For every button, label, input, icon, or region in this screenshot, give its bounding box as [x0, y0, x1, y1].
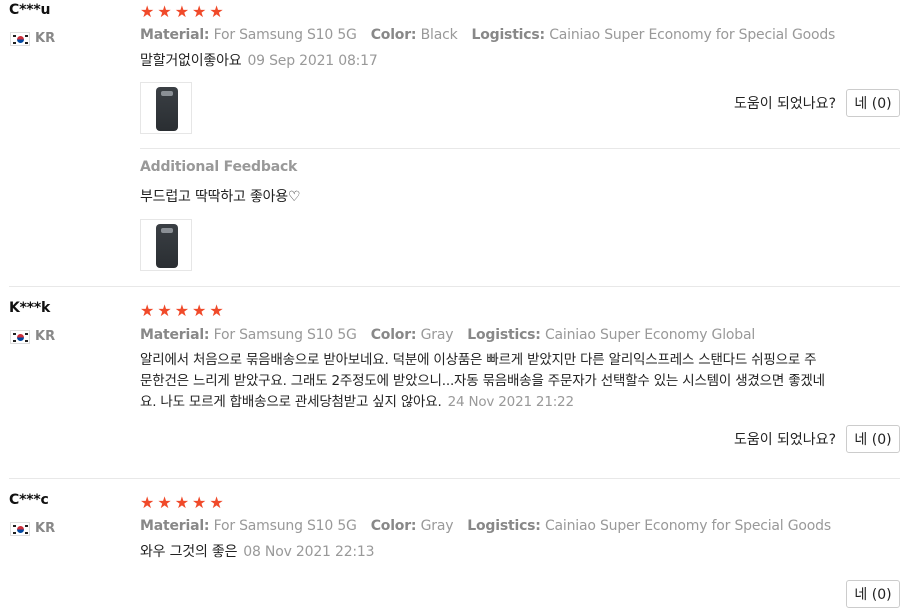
review-body: 와우 그것의 좋은 — [140, 544, 238, 560]
reviewer-country: KR — [10, 31, 55, 46]
star-icon: ★ — [209, 2, 224, 21]
helpful-vote: 도움이 되었나요? 네 (0) — [734, 425, 900, 453]
reviewer-name: K***k — [9, 300, 51, 316]
helpful-vote: 도움이 되었나요? 네 (0) — [734, 89, 900, 117]
star-icon: ★ — [157, 301, 172, 320]
logistics-label: Logistics: — [467, 518, 541, 534]
country-code: KR — [35, 329, 56, 344]
review-body-line-1: 알리에서 처음으로 묶음배송으로 받아보네요. 덕분에 이상품은 빠르게 받았지… — [140, 352, 817, 368]
additional-review-photo[interactable] — [140, 219, 192, 271]
review-sku-info: Material: For Samsung S10 5G Color: Black… — [140, 27, 835, 43]
additional-feedback-text: 부드럽고 딱딱하고 좋아용♡ — [140, 189, 301, 205]
additional-feedback-label: Additional Feedback — [140, 159, 298, 175]
star-icon: ★ — [209, 493, 224, 512]
material-label: Material: — [140, 327, 210, 343]
reviewer-name: C***c — [9, 492, 49, 508]
review-divider — [9, 286, 900, 287]
star-icon: ★ — [174, 2, 190, 21]
review-body-line-2: 문한건은 느리게 받았구요. 그래도 2주정도에 받았으니...자동 묶음배송을… — [140, 373, 825, 389]
star-icon: ★ — [209, 301, 224, 320]
helpful-label: 도움이 되었나요? — [733, 432, 836, 448]
review-text: 말할거없이좋아요 09 Sep 2021 08:17 — [140, 51, 378, 72]
review-text: 알리에서 처음으로 묶음배송으로 받아보네요. 덕분에 이상품은 빠르게 받았지… — [140, 350, 895, 413]
star-icon: ★ — [140, 493, 155, 512]
color-label: Color: — [370, 27, 417, 43]
material-label: Material: — [140, 518, 210, 534]
logistics-value: Cainiao Super Economy for Special Goods — [544, 518, 831, 534]
reviewer-name: C***u — [9, 2, 51, 18]
color-value: Black — [420, 27, 458, 43]
star-rating: ★ ★ ★ ★ ★ — [140, 4, 224, 20]
review-text: 와우 그것의 좋은 08 Nov 2021 22:13 — [140, 542, 375, 563]
material-value: For Samsung S10 5G — [213, 327, 357, 343]
phone-case-thumbnail — [156, 224, 178, 268]
helpful-yes-button[interactable]: 네 (0) — [846, 89, 900, 117]
review-sku-info: Material: For Samsung S10 5G Color: Gray L… — [140, 518, 831, 534]
material-value: For Samsung S10 5G — [213, 27, 357, 43]
material-value: For Samsung S10 5G — [213, 518, 357, 534]
review-photo[interactable] — [140, 82, 192, 134]
korea-flag-icon — [10, 521, 30, 536]
star-icon: ★ — [140, 2, 155, 21]
divider — [140, 148, 900, 149]
star-icon: ★ — [192, 2, 207, 21]
material-label: Material: — [140, 27, 210, 43]
review-date: 09 Sep 2021 08:17 — [247, 53, 378, 69]
star-icon: ★ — [174, 301, 190, 320]
logistics-value: Cainiao Super Economy Global — [544, 327, 756, 343]
korea-flag-icon — [10, 329, 30, 344]
star-icon: ★ — [192, 493, 207, 512]
review-sku-info: Material: For Samsung S10 5G Color: Gray L… — [140, 327, 755, 343]
color-value: Gray — [420, 327, 454, 343]
reviewer-country: KR — [10, 329, 55, 344]
color-label: Color: — [370, 327, 417, 343]
star-icon: ★ — [157, 493, 172, 512]
logistics-value: Cainiao Super Economy for Special Goods — [549, 27, 836, 43]
helpful-vote: 네 (0) — [846, 580, 900, 608]
color-value: Gray — [420, 518, 454, 534]
logistics-label: Logistics: — [467, 327, 541, 343]
country-code: KR — [35, 521, 56, 536]
country-code: KR — [35, 31, 56, 46]
phone-case-thumbnail — [156, 87, 178, 131]
star-icon: ★ — [174, 493, 190, 512]
star-icon: ★ — [140, 301, 155, 320]
helpful-yes-button[interactable]: 네 (0) — [846, 580, 900, 608]
review-body: 말할거없이좋아요 — [140, 53, 242, 69]
reviewer-country: KR — [10, 521, 55, 536]
helpful-yes-button[interactable]: 네 (0) — [846, 425, 900, 453]
helpful-label: 도움이 되었나요? — [733, 96, 836, 112]
review-body-line-3: 요. 나도 모르게 합배송으로 관세당첨받고 싶지 않아요. — [140, 394, 442, 410]
star-rating: ★ ★ ★ ★ ★ — [140, 495, 224, 511]
logistics-label: Logistics: — [471, 27, 546, 43]
star-icon: ★ — [157, 2, 172, 21]
review-date: 08 Nov 2021 22:13 — [243, 544, 375, 560]
star-rating: ★ ★ ★ ★ ★ — [140, 303, 224, 319]
star-icon: ★ — [192, 301, 207, 320]
review-date: 24 Nov 2021 21:22 — [447, 394, 574, 410]
review-divider — [9, 478, 900, 479]
color-label: Color: — [370, 518, 417, 534]
korea-flag-icon — [10, 31, 30, 46]
